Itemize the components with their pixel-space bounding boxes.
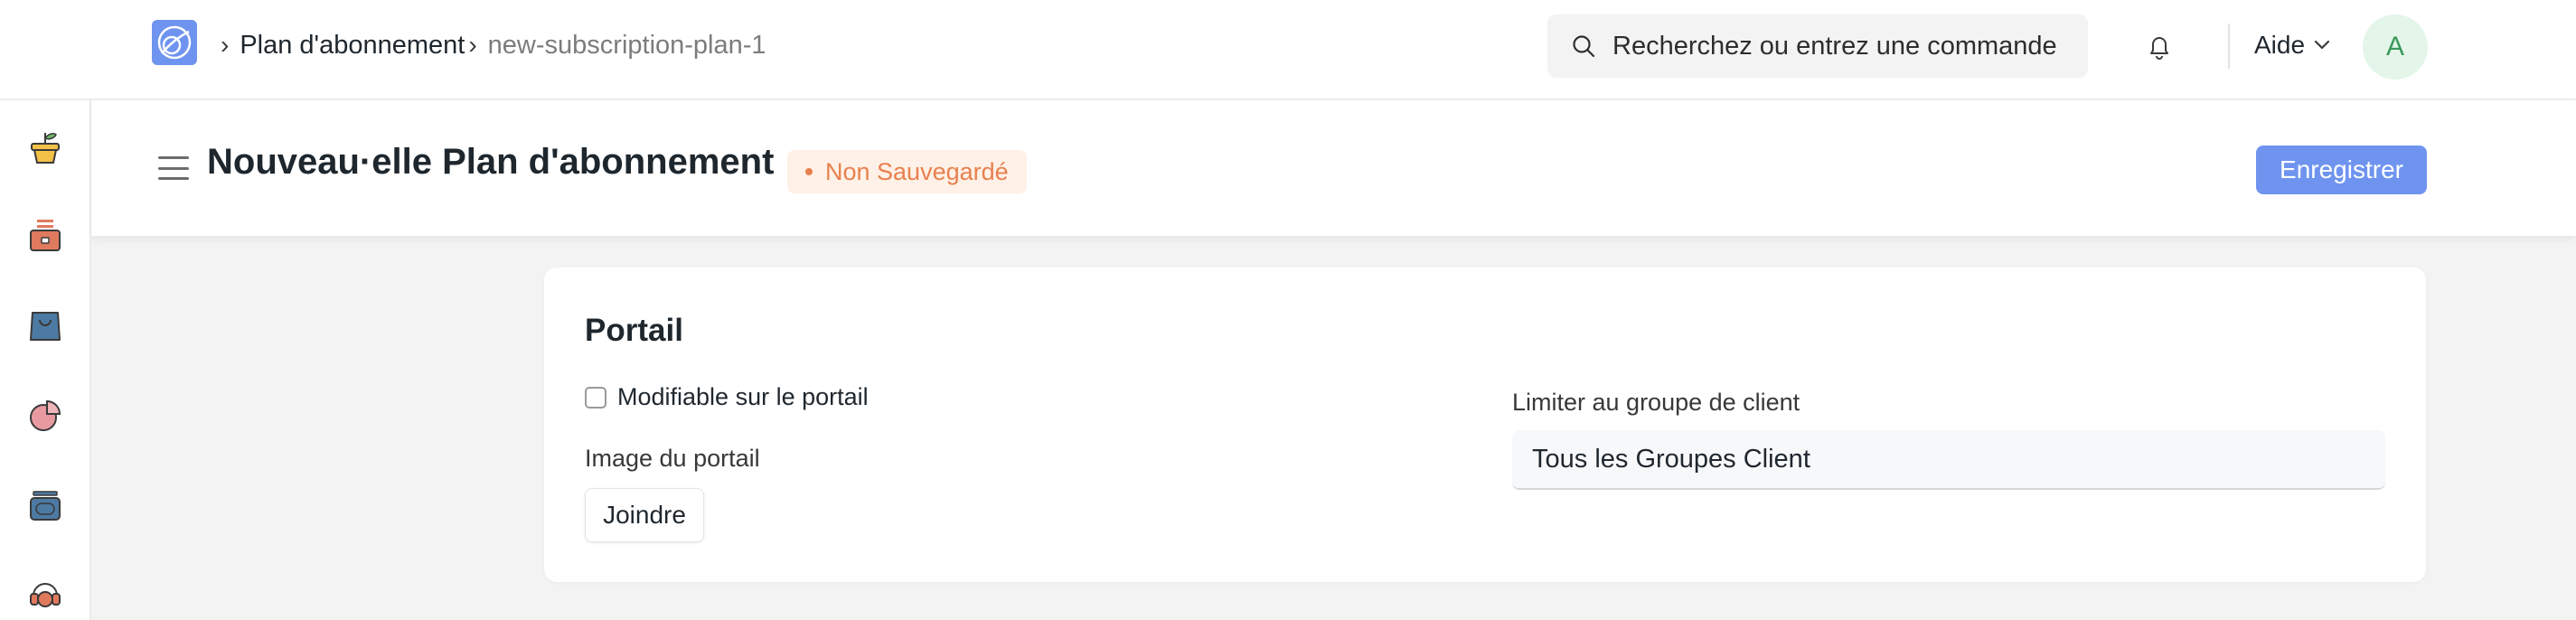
editable-on-portal-label: Modifiable sur le portail: [617, 383, 869, 410]
pie-chart-icon[interactable]: [25, 396, 65, 436]
search-bar[interactable]: [1547, 14, 2088, 78]
headset-icon[interactable]: [25, 574, 65, 614]
help-dropdown[interactable]: Aide: [2254, 27, 2330, 63]
sidebar: [0, 100, 91, 620]
breadcrumb-item-subscription-plan[interactable]: Plan d'abonnement: [240, 31, 465, 61]
section-title: Portail: [585, 313, 683, 348]
plant-pot-icon[interactable]: [25, 127, 65, 167]
customer-group-label: Limiter au groupe de client: [1512, 389, 1800, 416]
attach-button[interactable]: Joindre: [585, 488, 704, 542]
menu-icon: [158, 166, 189, 170]
app-logo[interactable]: [152, 20, 197, 65]
notifications-button[interactable]: [2144, 31, 2175, 61]
sidebar-toggle-button[interactable]: [158, 156, 189, 180]
menu-icon: [158, 156, 189, 159]
logo-icon: [157, 25, 192, 60]
chevron-right-icon: ›: [221, 31, 230, 59]
page-header: Nouveau·elle Plan d'abonnement Non Sauve…: [91, 100, 2576, 236]
breadcrumb: › Plan d'abonnement › new-subscription-p…: [217, 27, 766, 63]
status-badge: Non Sauvegardé: [787, 150, 1027, 193]
top-navbar: › Plan d'abonnement › new-subscription-p…: [0, 0, 2576, 100]
shopping-bag-icon[interactable]: [25, 305, 65, 345]
editable-on-portal-checkbox[interactable]: [585, 386, 606, 409]
help-label: Aide: [2254, 31, 2306, 59]
search-input[interactable]: [1612, 31, 2082, 61]
status-label: Non Sauvegardé: [825, 157, 1009, 185]
status-dot-icon: [805, 168, 813, 175]
menu-icon: [158, 177, 189, 180]
cash-box-icon[interactable]: [25, 216, 65, 256]
search-icon: [1573, 35, 1595, 58]
avatar[interactable]: A: [2363, 14, 2428, 80]
chevron-down-icon: [2314, 40, 2330, 50]
bell-icon: [2150, 37, 2168, 60]
card-stack-icon[interactable]: [25, 486, 65, 526]
breadcrumb-item-current[interactable]: new-subscription-plan-1: [488, 31, 766, 61]
page-title: Nouveau·elle Plan d'abonnement: [207, 142, 775, 182]
customer-group-value: Tous les Groupes Client: [1532, 444, 1810, 474]
navbar-divider: [2228, 23, 2230, 69]
editable-on-portal-row[interactable]: Modifiable sur le portail: [585, 383, 869, 411]
portal-image-label: Image du portail: [585, 445, 760, 472]
portal-section-card: Portail Modifiable sur le portail Image …: [544, 268, 2426, 582]
save-button[interactable]: Enregistrer: [2256, 146, 2427, 194]
chevron-right-icon: ›: [468, 31, 477, 59]
customer-group-field[interactable]: Tous les Groupes Client: [1512, 430, 2385, 490]
